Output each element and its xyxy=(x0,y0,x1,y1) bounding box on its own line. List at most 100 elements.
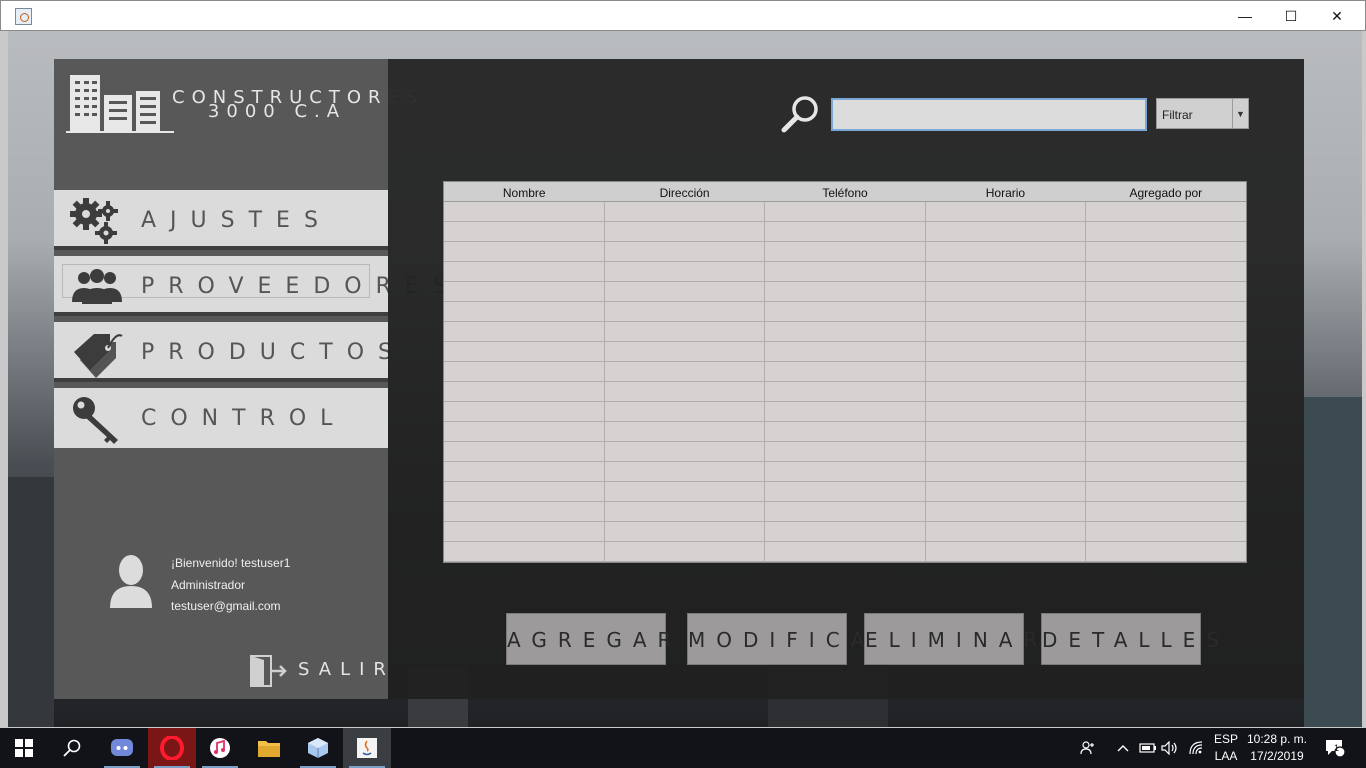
table-cell[interactable] xyxy=(605,242,766,261)
table-cell[interactable] xyxy=(926,542,1087,561)
delete-button[interactable]: ELIMINAR xyxy=(864,613,1037,665)
table-cell[interactable] xyxy=(926,262,1087,281)
people-icon[interactable] xyxy=(1076,728,1100,768)
table-cell[interactable] xyxy=(926,242,1087,261)
system-clock[interactable]: 10:28 p. m. 17/2/2019 xyxy=(1244,731,1310,765)
table-cell[interactable] xyxy=(605,202,766,221)
search-icon[interactable] xyxy=(48,728,96,768)
table-row[interactable] xyxy=(444,462,1246,482)
table-cell[interactable] xyxy=(765,522,926,541)
table-cell[interactable] xyxy=(765,502,926,521)
table-row[interactable] xyxy=(444,442,1246,462)
sidebar-item-control[interactable]: CONTROL xyxy=(54,388,388,448)
table-cell[interactable] xyxy=(444,442,605,461)
table-cell[interactable] xyxy=(444,202,605,221)
wifi-icon[interactable] xyxy=(1186,728,1208,768)
table-row[interactable] xyxy=(444,342,1246,362)
maximize-button[interactable]: ☐ xyxy=(1268,1,1314,31)
java-icon[interactable] xyxy=(343,728,391,768)
table-cell[interactable] xyxy=(1086,282,1246,301)
table-cell[interactable] xyxy=(765,382,926,401)
table-row[interactable] xyxy=(444,282,1246,302)
table-cell[interactable] xyxy=(1086,482,1246,501)
table-cell[interactable] xyxy=(1086,362,1246,381)
sidebar-item-productos[interactable]: PRODUCTOS xyxy=(54,322,392,382)
close-button[interactable]: ✕ xyxy=(1314,1,1360,31)
table-cell[interactable] xyxy=(765,262,926,281)
table-cell[interactable] xyxy=(1086,402,1246,421)
table-cell[interactable] xyxy=(1086,242,1246,261)
table-cell[interactable] xyxy=(1086,322,1246,341)
table-cell[interactable] xyxy=(926,502,1087,521)
table-cell[interactable] xyxy=(605,362,766,381)
battery-icon[interactable] xyxy=(1138,728,1158,768)
table-cell[interactable] xyxy=(1086,422,1246,441)
notifications-icon[interactable]: 1 xyxy=(1320,728,1350,768)
table-row[interactable] xyxy=(444,422,1246,442)
column-header[interactable]: Horario xyxy=(925,182,1085,201)
table-cell[interactable] xyxy=(444,482,605,501)
table-cell[interactable] xyxy=(1086,302,1246,321)
table-cell[interactable] xyxy=(926,342,1087,361)
table-cell[interactable] xyxy=(605,422,766,441)
search-input[interactable] xyxy=(831,98,1147,131)
logout-button[interactable]: SALIR xyxy=(250,653,386,689)
table-cell[interactable] xyxy=(765,302,926,321)
table-row[interactable] xyxy=(444,482,1246,502)
table-cell[interactable] xyxy=(926,482,1087,501)
table-cell[interactable] xyxy=(605,482,766,501)
column-header[interactable]: Nombre xyxy=(444,182,604,201)
table-cell[interactable] xyxy=(1086,202,1246,221)
table-row[interactable] xyxy=(444,202,1246,222)
itunes-icon[interactable] xyxy=(196,728,244,768)
table-cell[interactable] xyxy=(765,482,926,501)
table-cell[interactable] xyxy=(605,382,766,401)
table-cell[interactable] xyxy=(926,382,1087,401)
table-cell[interactable] xyxy=(605,542,766,561)
table-cell[interactable] xyxy=(605,402,766,421)
table-cell[interactable] xyxy=(605,462,766,481)
table-cell[interactable] xyxy=(765,222,926,241)
table-row[interactable] xyxy=(444,502,1246,522)
table-cell[interactable] xyxy=(605,502,766,521)
opera-icon[interactable] xyxy=(148,728,196,768)
table-cell[interactable] xyxy=(444,382,605,401)
modify-button[interactable]: MODIFICAR xyxy=(687,613,889,665)
table-cell[interactable] xyxy=(605,442,766,461)
table-cell[interactable] xyxy=(605,282,766,301)
table-cell[interactable] xyxy=(926,462,1087,481)
table-cell[interactable] xyxy=(444,362,605,381)
volume-icon[interactable] xyxy=(1160,728,1180,768)
table-cell[interactable] xyxy=(1086,262,1246,281)
table-cell[interactable] xyxy=(765,282,926,301)
table-cell[interactable] xyxy=(605,222,766,241)
table-cell[interactable] xyxy=(765,202,926,221)
search-icon[interactable] xyxy=(781,95,819,133)
table-cell[interactable] xyxy=(444,322,605,341)
table-cell[interactable] xyxy=(444,542,605,561)
table-cell[interactable] xyxy=(444,402,605,421)
sidebar-item-ajustes[interactable]: AJUSTES xyxy=(54,190,388,250)
table-cell[interactable] xyxy=(605,262,766,281)
table-cell[interactable] xyxy=(765,542,926,561)
table-cell[interactable] xyxy=(1086,462,1246,481)
table-cell[interactable] xyxy=(444,342,605,361)
language-indicator[interactable]: ESP LAA xyxy=(1208,731,1244,765)
table-cell[interactable] xyxy=(765,322,926,341)
table-cell[interactable] xyxy=(1086,522,1246,541)
table-row[interactable] xyxy=(444,402,1246,422)
table-cell[interactable] xyxy=(926,402,1087,421)
table-cell[interactable] xyxy=(444,422,605,441)
table-row[interactable] xyxy=(444,302,1246,322)
table-cell[interactable] xyxy=(605,302,766,321)
table-row[interactable] xyxy=(444,242,1246,262)
table-cell[interactable] xyxy=(765,462,926,481)
table-cell[interactable] xyxy=(765,402,926,421)
table-cell[interactable] xyxy=(444,302,605,321)
table-cell[interactable] xyxy=(444,282,605,301)
table-cell[interactable] xyxy=(444,262,605,281)
table-row[interactable] xyxy=(444,542,1246,562)
table-row[interactable] xyxy=(444,222,1246,242)
column-header[interactable]: Teléfono xyxy=(765,182,925,201)
table-cell[interactable] xyxy=(926,422,1087,441)
